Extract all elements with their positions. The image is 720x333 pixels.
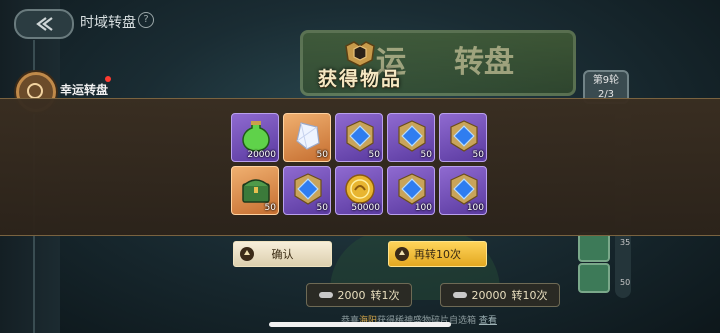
reward-quantity: 100 [414,203,432,213]
spin-ten-label: 转10次 [511,289,548,302]
spin-once-cost: 2000 [337,288,366,302]
home-indicator [269,322,451,327]
reward-quantity: 50 [368,150,380,160]
green-potion-icon [239,119,273,153]
confirm-button[interactable]: 确认 [233,241,332,267]
modal-title: 获得物品 [317,68,402,90]
help-icon[interactable]: ? [138,12,154,28]
blue-gem-badge-icon [395,172,429,206]
key-icon [318,292,333,298]
spin-ten-button[interactable]: 20000 转10次 [440,283,560,307]
notification-dot [105,76,111,82]
track-reward-item[interactable] [578,263,610,293]
confirm-label: 确认 [271,248,294,261]
track-reward-item[interactable] [578,232,610,262]
blue-gem-badge-icon [395,119,429,153]
back-arrow-icon [36,17,53,31]
spin-again-button[interactable]: 再转10次 [388,241,487,267]
reward-item[interactable]: 50 [439,113,487,162]
track-value: 50 [620,278,631,287]
reward-item[interactable]: 50 [231,166,279,215]
treasure-chest-icon [239,172,273,206]
reward-item[interactable]: 50 [335,113,383,162]
reward-quantity: 50 [420,150,432,160]
reward-item[interactable]: 100 [439,166,487,215]
spin-once-label: 转1次 [370,289,400,302]
sidebar-item-lucky-wheel[interactable]: 幸运转盘 [60,81,108,98]
reward-item[interactable]: 50 [283,166,331,215]
crystal-shard-icon [291,119,325,153]
reward-quantity: 50000 [351,203,380,213]
gold-coin-icon [343,172,377,206]
back-button[interactable] [14,9,74,39]
reward-item[interactable]: 100 [387,166,435,215]
track-value: 35 [620,238,631,247]
blue-gem-badge-icon [447,172,481,206]
spin-once-button[interactable]: 2000 转1次 [306,283,412,307]
reward-item[interactable]: 50 [283,113,331,162]
blue-gem-badge-icon [447,119,481,153]
reward-quantity: 50 [472,150,484,160]
reward-item[interactable]: 50 [387,113,435,162]
page-title: 时域转盘 [80,15,136,31]
key-icon [452,292,467,298]
reward-quantity: 20000 [247,150,276,160]
spin-again-label: 再转10次 [414,248,461,261]
button-badge-icon [395,247,409,261]
round-label: 第9轮 [592,75,620,86]
reward-quantity: 50 [316,203,328,213]
button-badge-icon [240,247,254,261]
reward-item[interactable]: 50000 [335,166,383,215]
reward-quantity: 100 [466,203,484,213]
reward-item[interactable]: 20000 [231,113,279,162]
banner-text-right: 转盘 [454,45,514,80]
broadcast-view-link[interactable]: 查看 [479,316,497,326]
blue-gem-badge-icon [291,172,325,206]
spin-ten-cost: 20000 [471,288,507,302]
blue-gem-badge-icon [343,119,377,153]
reward-quantity: 50 [316,150,328,160]
reward-quantity: 50 [264,203,276,213]
